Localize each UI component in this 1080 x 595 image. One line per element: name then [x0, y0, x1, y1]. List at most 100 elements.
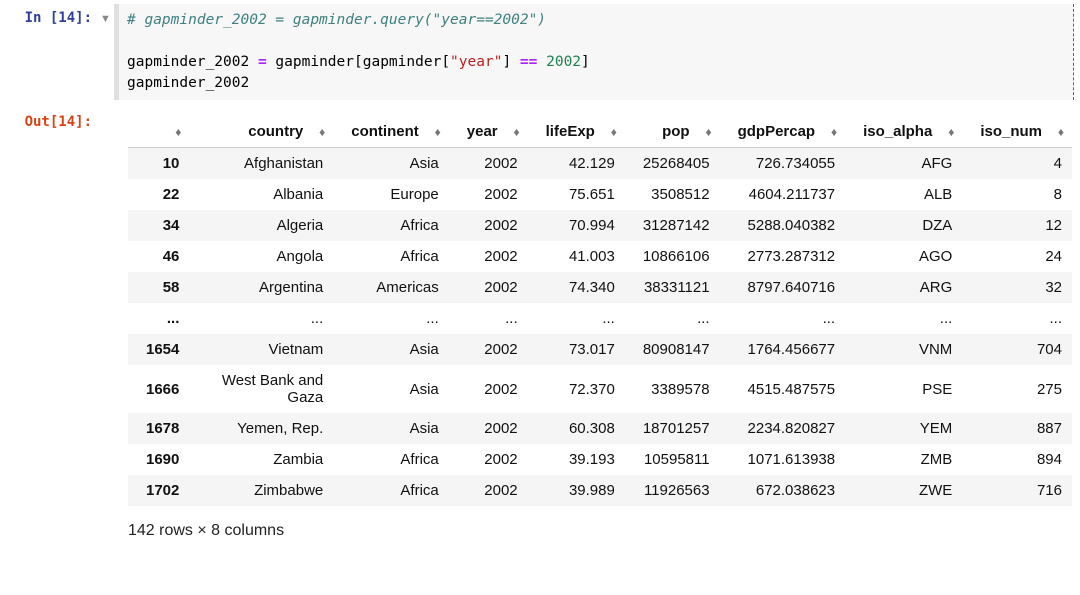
cell: 18701257 [625, 413, 720, 444]
table-row: 58ArgentinaAmericas200274.34038331121879… [128, 272, 1072, 303]
sort-icon[interactable]: ♦ [425, 125, 439, 139]
row-index: 22 [128, 179, 189, 210]
cell: 12 [962, 210, 1072, 241]
cell: ALB [845, 179, 962, 210]
cell: Africa [333, 475, 449, 506]
cell: 2002 [449, 272, 528, 303]
cell: Afghanistan [189, 148, 333, 180]
row-index: 34 [128, 210, 189, 241]
cell: 2002 [449, 334, 528, 365]
row-index: 1666 [128, 365, 189, 413]
output-cell: Out[14]: ♦country♦continent♦year♦lifeExp… [0, 104, 1080, 554]
sort-icon[interactable]: ♦ [1048, 125, 1062, 139]
cell: 2002 [449, 179, 528, 210]
column-header[interactable]: gdpPercap ♦ [720, 116, 846, 148]
column-header[interactable]: country♦ [189, 116, 333, 148]
cell: 716 [962, 475, 1072, 506]
code-token: 2002 [546, 54, 581, 70]
row-index: 58 [128, 272, 189, 303]
column-header[interactable]: iso_num♦ [962, 116, 1072, 148]
sort-icon[interactable]: ♦ [601, 125, 615, 139]
cell: 60.308 [528, 413, 625, 444]
cell: 8797.640716 [720, 272, 846, 303]
input-prompt: In [14]: [0, 4, 100, 26]
table-row: 1690ZambiaAfrica200239.193105958111071.6… [128, 444, 1072, 475]
sort-icon[interactable]: ♦ [309, 125, 323, 139]
cell: 24 [962, 241, 1072, 272]
cell: 2773.287312 [720, 241, 846, 272]
cell: 38331121 [625, 272, 720, 303]
cell: VNM [845, 334, 962, 365]
code-editor[interactable]: # gapminder_2002 = gapminder.query("year… [114, 4, 1074, 100]
column-label: pop [662, 123, 690, 140]
row-index: 46 [128, 241, 189, 272]
cell: ... [625, 303, 720, 334]
table-row: 1702ZimbabweAfrica200239.98911926563672.… [128, 475, 1072, 506]
column-header[interactable]: continent ♦ [333, 116, 449, 148]
cell: 4 [962, 148, 1072, 180]
sort-icon[interactable]: ♦ [165, 125, 179, 139]
table-row: 34AlgeriaAfrica200270.994312871425288.04… [128, 210, 1072, 241]
output-collapser [100, 108, 114, 117]
table-row: ........................... [128, 303, 1072, 334]
column-header[interactable]: iso_alpha♦ [845, 116, 962, 148]
cell: ... [528, 303, 625, 334]
cell-collapser-icon[interactable]: ▼ [100, 4, 114, 25]
output-prompt: Out[14]: [0, 108, 100, 130]
output-area: ♦country♦continent♦year♦lifeExp♦pop♦gdpP… [114, 108, 1080, 550]
column-label: gdpPercap [738, 123, 816, 140]
cell: 4604.211737 [720, 179, 846, 210]
cell: 42.129 [528, 148, 625, 180]
cell: 32 [962, 272, 1072, 303]
dataframe-shape-info: 142 rows × 8 columns [128, 520, 1072, 540]
sort-icon[interactable]: ♦ [938, 125, 952, 139]
cell: Europe [333, 179, 449, 210]
cell: 39.989 [528, 475, 625, 506]
cell: Asia [333, 148, 449, 180]
input-cell: In [14]: ▼ # gapminder_2002 = gapminder.… [0, 0, 1080, 104]
code-token: == [520, 54, 537, 70]
cell: 2234.820827 [720, 413, 846, 444]
cell: 2002 [449, 148, 528, 180]
table-row: 1666West Bank and GazaAsia200272.3703389… [128, 365, 1072, 413]
cell: 41.003 [528, 241, 625, 272]
cell: Africa [333, 210, 449, 241]
column-header[interactable]: year♦ [449, 116, 528, 148]
cell: Zambia [189, 444, 333, 475]
cell: 1764.456677 [720, 334, 846, 365]
cell: 726.734055 [720, 148, 846, 180]
cell: 1071.613938 [720, 444, 846, 475]
cell: 25268405 [625, 148, 720, 180]
cell: YEM [845, 413, 962, 444]
table-row: 46AngolaAfrica200241.003108661062773.287… [128, 241, 1072, 272]
code-token: ] [502, 54, 511, 70]
cell: 3508512 [625, 179, 720, 210]
sort-icon[interactable]: ♦ [821, 125, 835, 139]
cell: 8 [962, 179, 1072, 210]
cell: 887 [962, 413, 1072, 444]
cell: 31287142 [625, 210, 720, 241]
column-label: lifeExp [546, 123, 595, 140]
cell: 80908147 [625, 334, 720, 365]
column-header[interactable]: pop ♦ [625, 116, 720, 148]
column-label: continent [351, 123, 419, 140]
table-header-row: ♦country♦continent♦year♦lifeExp♦pop♦gdpP… [128, 116, 1072, 148]
cell: Africa [333, 241, 449, 272]
row-index: 1678 [128, 413, 189, 444]
cell: 70.994 [528, 210, 625, 241]
code-token: [ [441, 54, 450, 70]
sort-icon[interactable]: ♦ [696, 125, 710, 139]
column-header-index[interactable]: ♦ [128, 116, 189, 148]
cell: Americas [333, 272, 449, 303]
cell: 11926563 [625, 475, 720, 506]
row-index: 1702 [128, 475, 189, 506]
cell: ... [845, 303, 962, 334]
cell: 3389578 [625, 365, 720, 413]
dataframe-table: ♦country♦continent♦year♦lifeExp♦pop♦gdpP… [128, 116, 1072, 506]
cell: 2002 [449, 444, 528, 475]
cell: Yemen, Rep. [189, 413, 333, 444]
cell: 75.651 [528, 179, 625, 210]
cell: 704 [962, 334, 1072, 365]
sort-icon[interactable]: ♦ [504, 125, 518, 139]
column-header[interactable]: lifeExp ♦ [528, 116, 625, 148]
